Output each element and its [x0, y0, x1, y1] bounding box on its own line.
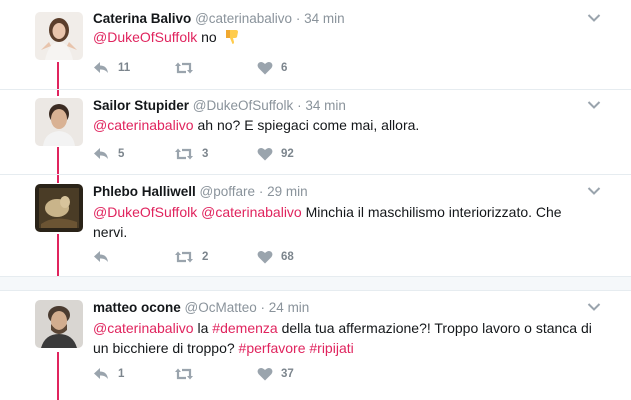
retweet-button[interactable]: 2 — [174, 247, 208, 267]
reply-button[interactable]: 11 — [93, 58, 130, 78]
author-name[interactable]: matteo ocone — [93, 300, 181, 315]
painting-avatar[interactable] — [35, 184, 83, 232]
timestamp[interactable]: 34 min — [304, 11, 345, 26]
reply-button[interactable]: 5 — [93, 144, 124, 164]
tweet-text-segment: ah no? E spiegaci come mai, allora. — [193, 117, 420, 133]
mention-link[interactable]: @caterinabalivo — [201, 204, 302, 220]
author-name[interactable]: Caterina Balivo — [93, 11, 191, 26]
timestamp[interactable]: 29 min — [267, 184, 308, 199]
mention-link[interactable]: @DukeOfSuffolk — [93, 29, 197, 45]
retweet-icon — [175, 148, 193, 160]
like-icon — [257, 250, 273, 264]
like-icon — [257, 147, 273, 161]
tweet-text: @caterinabalivo ah no? E spiegaci come m… — [93, 115, 603, 135]
retweet-icon — [175, 368, 193, 380]
reply-count: 5 — [118, 148, 125, 160]
tweet[interactable]: Caterina Balivo @caterinabalivo · 34 min… — [0, 0, 631, 96]
separator: · — [258, 184, 264, 199]
like-count: 92 — [281, 148, 294, 160]
like-count: 37 — [281, 368, 294, 380]
hashtag-link[interactable]: #ripijati — [309, 340, 353, 356]
retweet-count: 3 — [202, 148, 209, 160]
retweet-button[interactable] — [174, 58, 202, 78]
mention-link[interactable]: @DukeOfSuffolk — [93, 204, 197, 220]
hashtag-link[interactable]: #perfavore — [239, 340, 306, 356]
reply-icon — [94, 148, 108, 159]
reply-icon — [94, 62, 108, 73]
man-avatar[interactable] — [35, 98, 83, 146]
retweet-icon — [175, 62, 193, 74]
author-name[interactable]: Sailor Stupider — [93, 98, 189, 113]
like-icon — [257, 367, 273, 381]
author-name[interactable]: Phlebo Halliwell — [93, 184, 196, 199]
tweet[interactable]: Sailor Stupider @DukeOfSuffolk · 34 min … — [0, 89, 631, 183]
reply-button[interactable]: 1 — [93, 364, 124, 384]
separator: · — [295, 11, 301, 26]
timestamp[interactable]: 24 min — [269, 300, 310, 315]
separator: · — [297, 98, 302, 113]
chevron-down-icon[interactable] — [587, 186, 601, 196]
tweet-text: @DukeOfSuffolk @caterinabalivo Minchia i… — [93, 202, 573, 242]
tweet[interactable]: matteo ocone @OcMatteo · 24 min @caterin… — [0, 290, 631, 400]
bearded-man-avatar[interactable] — [35, 300, 83, 348]
like-button[interactable]: 37 — [257, 364, 294, 384]
tweet-text-segment: no — [197, 29, 221, 45]
retweet-button[interactable]: 3 — [174, 144, 208, 164]
like-button[interactable]: 6 — [257, 58, 287, 78]
tweet-text: @DukeOfSuffolk no — [93, 27, 603, 47]
author-handle[interactable]: @poffare — [200, 184, 256, 199]
mention-link[interactable]: @caterinabalivo — [93, 117, 194, 133]
conversation-gap — [0, 276, 631, 290]
reply-count: 11 — [118, 62, 131, 74]
author-handle[interactable]: @DukeOfSuffolk — [193, 98, 294, 113]
author-handle[interactable]: @OcMatteo — [185, 300, 257, 315]
chevron-down-icon[interactable] — [587, 100, 601, 110]
like-count: 6 — [281, 62, 288, 74]
retweet-button[interactable] — [174, 364, 202, 384]
reply-icon — [94, 368, 108, 379]
like-button[interactable]: 92 — [257, 144, 294, 164]
reply-count: 1 — [118, 368, 125, 380]
like-icon — [257, 61, 273, 75]
divider — [0, 276, 631, 277]
reply-button[interactable] — [93, 247, 118, 267]
tweet-text-segment: la — [193, 320, 213, 336]
like-count: 68 — [281, 251, 294, 263]
mention-link[interactable]: @caterinabalivo — [93, 320, 194, 336]
timestamp[interactable]: 34 min — [305, 98, 346, 113]
tweet[interactable]: Phlebo Halliwell @poffare · 29 min @Duke… — [0, 174, 631, 276]
reply-icon — [94, 251, 108, 262]
author-handle[interactable]: @caterinabalivo — [195, 11, 292, 26]
hashtag-link[interactable]: #demenza — [212, 320, 277, 336]
retweet-count: 2 — [202, 251, 209, 263]
thumbs-down-emoji — [225, 30, 238, 44]
tweet-text: @caterinabalivo la #demenza della tua af… — [93, 318, 603, 358]
retweet-icon — [175, 251, 193, 263]
like-button[interactable]: 68 — [257, 247, 294, 267]
chevron-down-icon[interactable] — [587, 302, 601, 312]
woman-avatar[interactable] — [35, 12, 83, 60]
chevron-down-icon[interactable] — [587, 13, 601, 23]
separator: · — [260, 300, 266, 315]
